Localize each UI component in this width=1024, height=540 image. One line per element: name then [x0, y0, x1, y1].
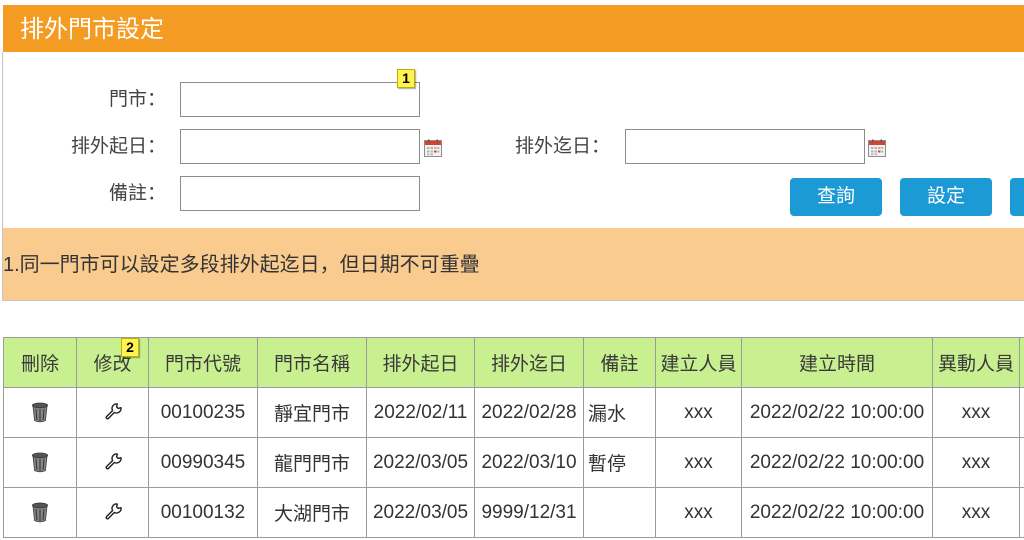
page-title: 排外門市設定 [20, 16, 164, 43]
note-cell [583, 487, 656, 538]
start-date-input[interactable] [180, 129, 420, 164]
created-at-cell: 2022/02/22 10:00:00 [741, 437, 933, 488]
col-header-created-at: 建立時間 [741, 337, 933, 388]
created-by-cell: xxx [655, 437, 742, 488]
delete-cell [3, 437, 77, 488]
wrench-icon[interactable] [103, 452, 123, 472]
col-header-created-by: 建立人員 [655, 337, 742, 388]
query-button[interactable]: 查詢 [790, 178, 882, 216]
edit-cell [76, 387, 149, 438]
store-name-cell: 靜宜門市 [257, 387, 367, 438]
annotation-badge-1: 1 [397, 69, 415, 88]
calendar-icon[interactable] [424, 139, 442, 157]
end-date-cell: 2022/03/10 [474, 437, 584, 488]
note-input[interactable] [180, 176, 420, 211]
col-header-store-code: 門市代號 [148, 337, 258, 388]
table-header-row: 刪除 修改 門市代號 門市名稱 排外起日 排外迄日 備註 建立人員 建立時間 異… [3, 337, 1024, 388]
start-date-cell: 2022/03/05 [366, 487, 475, 538]
search-form-panel: 門市： 1 排外起日： 排外迄日： 備註： 查詢 設定 1.同一門市可以設定多段… [2, 52, 1024, 301]
store-code-cell: 00100235 [148, 387, 258, 438]
set-button[interactable]: 設定 [900, 178, 992, 216]
end-date-label: 排外迄日： [514, 136, 610, 157]
trash-icon[interactable] [31, 451, 49, 473]
store-code-cell: 00100132 [148, 487, 258, 538]
overflow-cell [1019, 387, 1024, 438]
overflow-cell [1019, 437, 1024, 488]
page-header: 排外門市設定 [3, 5, 1024, 52]
modified-by-cell: xxx [932, 387, 1020, 438]
created-at-cell: 2022/02/22 10:00:00 [741, 487, 933, 538]
trash-icon[interactable] [31, 501, 49, 523]
exclusion-table: 刪除 修改 門市代號 門市名稱 排外起日 排外迄日 備註 建立人員 建立時間 異… [3, 337, 1024, 538]
trash-icon[interactable] [31, 401, 49, 423]
start-date-cell: 2022/02/11 [366, 387, 475, 438]
end-date-input[interactable] [625, 129, 865, 164]
annotation-badge-2: 2 [121, 338, 139, 357]
store-label: 門市： [108, 89, 166, 110]
wrench-icon[interactable] [103, 502, 123, 522]
end-date-cell: 2022/02/28 [474, 387, 584, 438]
end-date-cell: 9999/12/31 [474, 487, 584, 538]
notice-bar: 1.同一門市可以設定多段排外起迄日，但日期不可重疊 [3, 228, 1024, 300]
notice-text: 1.同一門市可以設定多段排外起迄日，但日期不可重疊 [3, 254, 480, 276]
edit-cell [76, 437, 149, 488]
delete-cell [3, 487, 77, 538]
start-date-label: 排外起日： [70, 136, 166, 157]
store-name-cell: 大湖門市 [257, 487, 367, 538]
modified-by-cell: xxx [932, 487, 1020, 538]
start-date-cell: 2022/03/05 [366, 437, 475, 488]
created-at-cell: 2022/02/22 10:00:00 [741, 387, 933, 438]
partial-button[interactable] [1010, 178, 1024, 216]
col-header-end-date: 排外迄日 [474, 337, 584, 388]
col-header-start-date: 排外起日 [366, 337, 475, 388]
edit-cell [76, 487, 149, 538]
note-label: 備註： [108, 183, 166, 204]
table-row: 00990345 龍門門市 2022/03/05 2022/03/10 暫停 x… [3, 437, 1024, 488]
wrench-icon[interactable] [103, 402, 123, 422]
modified-by-cell: xxx [932, 437, 1020, 488]
col-header-delete: 刪除 [3, 337, 77, 388]
created-by-cell: xxx [655, 487, 742, 538]
col-header-modified-by: 異動人員 [932, 337, 1020, 388]
note-cell: 漏水 [583, 387, 656, 438]
table-row: 00100235 靜宜門市 2022/02/11 2022/02/28 漏水 x… [3, 387, 1024, 438]
col-header-store-name: 門市名稱 [257, 337, 367, 388]
store-code-cell: 00990345 [148, 437, 258, 488]
note-cell: 暫停 [583, 437, 656, 488]
delete-cell [3, 387, 77, 438]
col-header-overflow [1019, 337, 1024, 388]
table-row: 00100132 大湖門市 2022/03/05 9999/12/31 xxx … [3, 487, 1024, 538]
store-input[interactable] [180, 82, 420, 117]
col-header-note: 備註 [583, 337, 656, 388]
created-by-cell: xxx [655, 387, 742, 438]
store-name-cell: 龍門門市 [257, 437, 367, 488]
calendar-icon[interactable] [868, 139, 886, 157]
overflow-cell [1019, 487, 1024, 538]
